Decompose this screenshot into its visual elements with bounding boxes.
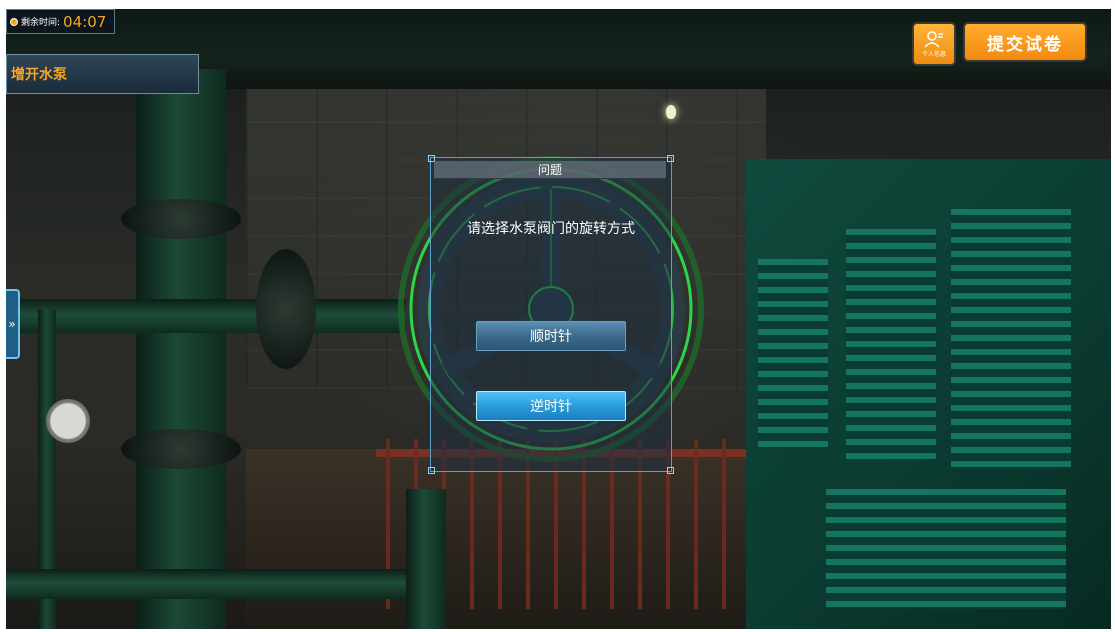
main-pipe-vertical — [136, 69, 226, 629]
question-dialog: 问题 请选择水泵阀门的旋转方式 顺时针 逆时针 — [428, 155, 674, 474]
submit-exam-button[interactable]: 提交试卷 — [963, 22, 1087, 62]
pipe-flange — [121, 199, 241, 239]
pump-cabinet — [746, 159, 1111, 629]
pipe-bottom — [6, 569, 426, 599]
task-title: 增开水泵 — [11, 67, 67, 83]
user-icon — [924, 31, 943, 48]
louver-panel — [758, 259, 828, 449]
side-panel-toggle-button[interactable]: » — [6, 289, 20, 359]
ceiling-lamp — [666, 105, 676, 119]
dialog-title: 问题 — [434, 161, 666, 179]
timer-label: 剩余时间: — [21, 18, 61, 28]
dialog-corner — [667, 155, 674, 162]
pipe-flange — [121, 429, 241, 469]
profile-button[interactable]: 个人信息 — [912, 22, 956, 66]
answer-counterclockwise-button[interactable]: 逆时针 — [476, 391, 626, 421]
clock-icon — [10, 17, 18, 26]
pipe-flange — [256, 249, 316, 369]
pipe-bottom-vertical — [406, 489, 446, 629]
countdown-timer: 剩余时间: 04:07 — [6, 9, 115, 34]
question-text: 请选择水泵阀门的旋转方式 — [467, 221, 635, 237]
answer-clockwise-button[interactable]: 顺时针 — [476, 321, 626, 351]
louver-panel — [846, 229, 936, 459]
louver-panel — [951, 209, 1071, 469]
louver-panel — [826, 489, 1066, 609]
dialog-corner — [428, 467, 435, 474]
double-chevron-right-icon: » — [8, 317, 16, 331]
dialog-corner — [667, 467, 674, 474]
profile-caption: 个人信息 — [921, 51, 946, 58]
pressure-gauge — [46, 399, 90, 443]
pipe-horizontal — [6, 299, 406, 333]
task-title-panel: 增开水泵 — [6, 54, 199, 94]
timer-value: 04:07 — [63, 12, 107, 31]
